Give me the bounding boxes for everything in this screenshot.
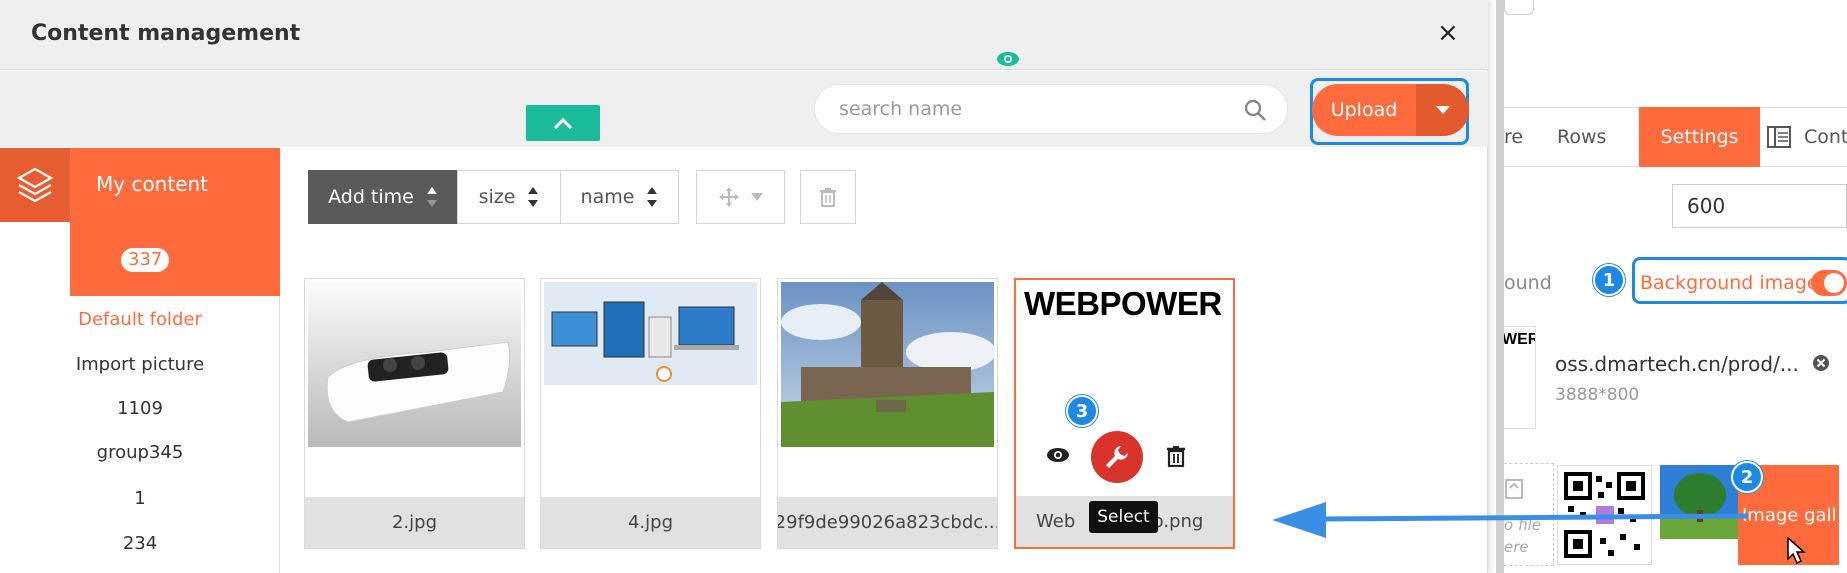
devices-image xyxy=(544,282,757,385)
width-input[interactable]: 600 xyxy=(1672,184,1847,228)
tab-structure[interactable]: re xyxy=(1504,107,1523,167)
sort-size-label: size xyxy=(478,186,516,208)
background-label-partial: ound xyxy=(1504,272,1552,294)
top-input-edge xyxy=(1504,0,1534,15)
content-management-modal: Content management × Upload My content 3… xyxy=(0,0,1488,573)
my-content-item[interactable] xyxy=(70,148,280,296)
my-content-label: My content xyxy=(96,172,209,196)
toggle-knob xyxy=(1824,273,1844,293)
step-badge-2: 2 xyxy=(1731,461,1763,493)
upload-dropdown-button[interactable] xyxy=(1416,84,1469,136)
tab-content[interactable]: Conte xyxy=(1804,107,1847,167)
wrench-icon xyxy=(1106,446,1128,468)
search-icon[interactable] xyxy=(1243,98,1267,122)
clear-image-icon[interactable] xyxy=(1812,354,1830,376)
folder-group345[interactable]: group345 xyxy=(0,442,280,463)
sort-arrows-icon xyxy=(646,185,658,209)
folder-234[interactable]: 234 xyxy=(0,533,280,554)
file-name: 2.jpg xyxy=(305,497,524,548)
sort-size[interactable]: size xyxy=(457,170,561,224)
chevron-up-icon xyxy=(553,117,573,130)
phone-image xyxy=(308,282,521,447)
move-icon xyxy=(718,187,739,207)
folder-import-picture[interactable]: Import picture xyxy=(0,354,280,375)
file-card[interactable]: 29f9de99026a823cbdc... xyxy=(777,278,998,549)
upload-file-icon xyxy=(1505,479,1523,499)
caret-down-icon xyxy=(750,193,763,201)
caret-down-icon xyxy=(1435,106,1450,114)
bg-image-url: oss.dmartech.cn/prod/... xyxy=(1555,352,1799,376)
castle-image xyxy=(781,282,994,447)
my-content-count-badge: 337 xyxy=(121,248,170,272)
file-card[interactable]: 2.jpg xyxy=(304,278,525,549)
upload-button[interactable]: Upload xyxy=(1312,84,1416,136)
step-badge-3: 3 xyxy=(1066,395,1098,427)
tab-settings[interactable]: Settings xyxy=(1639,107,1760,167)
sort-add-time-label: Add time xyxy=(328,186,414,208)
drop-hint-line2: ere xyxy=(1504,538,1529,556)
background-image-label: Background image xyxy=(1640,272,1819,294)
layers-icon[interactable] xyxy=(0,148,70,222)
file-name-head: Web xyxy=(1036,511,1076,532)
upload-split-button: Upload xyxy=(1312,84,1469,136)
sort-arrows-icon xyxy=(527,185,539,209)
trash-icon xyxy=(820,188,836,207)
search-box xyxy=(814,84,1288,134)
file-name: 4.jpg xyxy=(541,497,760,548)
file-name: 29f9de99026a823cbdc... xyxy=(778,497,997,548)
folder-default[interactable]: Default folder xyxy=(0,309,280,330)
content-tab-icon[interactable] xyxy=(1767,126,1791,152)
file-card[interactable]: 4.jpg xyxy=(540,278,761,549)
sort-arrows-icon xyxy=(426,185,438,209)
background-image-toggle[interactable] xyxy=(1811,270,1847,296)
tab-rows[interactable]: Rows xyxy=(1557,107,1606,167)
webpower-logo: WEBPOWER xyxy=(1024,285,1222,322)
folder-1109[interactable]: 1109 xyxy=(0,398,280,419)
annotation-arrow xyxy=(1272,502,1749,538)
mouse-cursor-icon xyxy=(1787,536,1807,569)
folder-1[interactable]: 1 xyxy=(0,488,280,509)
delete-button[interactable] xyxy=(800,170,856,224)
thumbnail-logo: WER xyxy=(1504,331,1535,348)
image-gallery-label: Image gall xyxy=(1742,505,1837,526)
search-input[interactable] xyxy=(839,85,1239,133)
preview-eye-icon[interactable] xyxy=(1046,447,1070,467)
select-button[interactable] xyxy=(1091,431,1143,483)
eye-icon[interactable] xyxy=(996,51,1020,71)
modal-title: Content management xyxy=(31,21,301,46)
select-tooltip: Select xyxy=(1089,501,1158,533)
panel-divider xyxy=(1496,0,1504,573)
move-dropdown[interactable] xyxy=(696,170,785,224)
close-icon[interactable]: × xyxy=(1437,20,1459,46)
sort-add-time[interactable]: Add time xyxy=(308,170,458,224)
bg-image-dimensions: 3888*800 xyxy=(1555,385,1640,405)
sort-name[interactable]: name xyxy=(560,170,679,224)
bg-image-thumbnail: WER xyxy=(1504,326,1536,429)
delete-file-trash-icon[interactable] xyxy=(1166,445,1186,471)
sort-name-label: name xyxy=(580,186,635,208)
step-badge-1: 1 xyxy=(1593,264,1625,296)
collapse-button[interactable] xyxy=(526,105,600,141)
